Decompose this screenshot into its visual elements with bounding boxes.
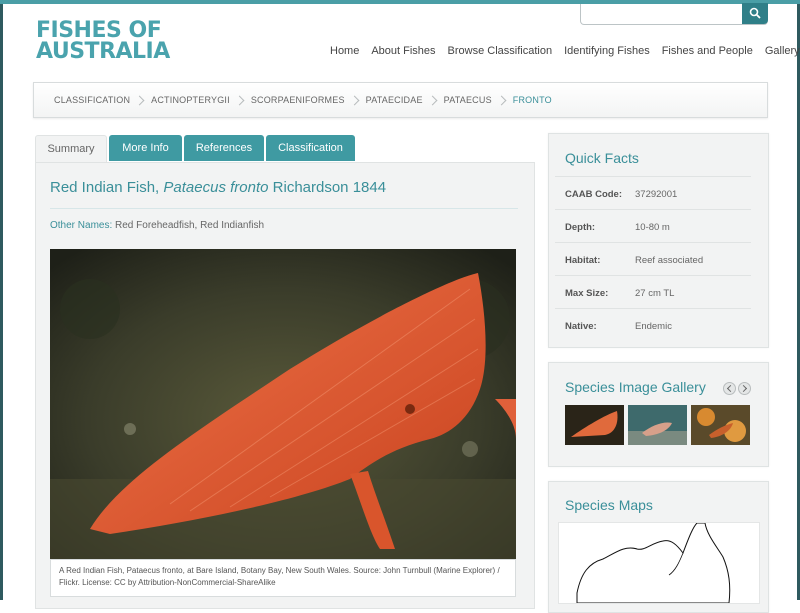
breadcrumb-item[interactable]: PATAECUS bbox=[444, 95, 492, 105]
nav-gallery[interactable]: Gallery bbox=[765, 45, 800, 57]
summary-panel: Red Indian Fish, Pataecus fronto Richard… bbox=[35, 162, 535, 609]
distribution-map[interactable] bbox=[558, 522, 760, 604]
site-logo[interactable]: FISHES OF AUSTRALIA bbox=[36, 18, 170, 64]
gallery-thumbnail[interactable] bbox=[691, 405, 750, 445]
fact-label: Max Size: bbox=[565, 288, 609, 299]
main-nav: Home About Fishes Browse Classification … bbox=[330, 45, 800, 57]
thumbnail-image bbox=[691, 405, 750, 445]
search-box bbox=[580, 3, 768, 25]
chevron-right-icon bbox=[349, 95, 360, 105]
species-tabs: Summary More Info References Classificat… bbox=[35, 135, 357, 162]
fish-photo-image bbox=[50, 249, 516, 559]
fact-value: 37292001 bbox=[635, 189, 678, 200]
other-names-label: Other Names: bbox=[50, 220, 113, 231]
fact-row: CAAB Code: 37292001 bbox=[555, 176, 751, 210]
fact-row: Depth: 10-80 m bbox=[555, 209, 751, 243]
fact-row: Max Size: 27 cm TL bbox=[555, 275, 751, 309]
thumbnail-image bbox=[628, 405, 687, 445]
tab-references[interactable]: References bbox=[184, 135, 264, 161]
species-maps-panel: Species Maps bbox=[548, 481, 769, 613]
chevron-right-icon bbox=[134, 95, 145, 105]
gallery-title: Species Image Gallery bbox=[565, 379, 706, 395]
fact-label: Habitat: bbox=[565, 255, 601, 266]
left-edge bbox=[0, 4, 3, 600]
image-gallery-panel: Species Image Gallery bbox=[548, 362, 769, 467]
scientific-name: Pataecus fronto bbox=[163, 179, 269, 196]
chevron-right-icon bbox=[496, 95, 507, 105]
tab-classification[interactable]: Classification bbox=[266, 135, 355, 161]
species-author: Richardson 1844 bbox=[268, 179, 387, 196]
other-names-value: Red Foreheadfish, Red Indianfish bbox=[112, 220, 265, 231]
quick-facts-title: Quick Facts bbox=[565, 150, 639, 166]
search-button[interactable] bbox=[742, 3, 768, 24]
nav-browse-classification[interactable]: Browse Classification bbox=[448, 45, 553, 57]
nav-home[interactable]: Home bbox=[330, 45, 359, 57]
logo-line-2: AUSTRALIA bbox=[36, 39, 170, 64]
breadcrumb-item[interactable]: PATAECIDAE bbox=[366, 95, 423, 105]
breadcrumb: CLASSIFICATION ACTINOPTERYGII SCORPAENIF… bbox=[33, 82, 768, 118]
gallery-thumbnail[interactable] bbox=[628, 405, 687, 445]
search-icon bbox=[749, 7, 761, 19]
search-input[interactable] bbox=[585, 6, 739, 23]
species-photo[interactable] bbox=[50, 249, 516, 559]
other-names: Other Names: Red Foreheadfish, Red India… bbox=[50, 220, 264, 231]
nav-about-fishes[interactable]: About Fishes bbox=[371, 45, 435, 57]
title-divider bbox=[50, 208, 518, 209]
breadcrumb-item[interactable]: SCORPAENIFORMES bbox=[251, 95, 345, 105]
maps-title: Species Maps bbox=[565, 497, 653, 513]
fact-row: Native: Endemic bbox=[555, 308, 751, 342]
breadcrumb-current: FRONTO bbox=[512, 95, 552, 105]
gallery-thumbnail[interactable] bbox=[565, 405, 624, 445]
australia-map-image bbox=[576, 523, 731, 603]
chevron-left-icon[interactable] bbox=[723, 382, 736, 395]
nav-fishes-and-people[interactable]: Fishes and People bbox=[662, 45, 753, 57]
chevron-right-icon[interactable] bbox=[738, 382, 751, 395]
photo-caption: A Red Indian Fish, Pataecus fronto, at B… bbox=[50, 559, 516, 597]
thumbnail-image bbox=[565, 405, 624, 445]
fact-label: Native: bbox=[565, 321, 597, 332]
chevron-right-icon bbox=[427, 95, 438, 105]
fact-label: CAAB Code: bbox=[565, 189, 622, 200]
species-title: Red Indian Fish, Pataecus fronto Richard… bbox=[50, 179, 386, 196]
breadcrumb-item[interactable]: CLASSIFICATION bbox=[54, 95, 130, 105]
breadcrumb-item[interactable]: ACTINOPTERYGII bbox=[151, 95, 230, 105]
fact-value: 10-80 m bbox=[635, 222, 670, 233]
tab-summary[interactable]: Summary bbox=[35, 135, 107, 162]
logo-line-1: FISHES OF bbox=[36, 18, 162, 43]
quick-facts-panel: Quick Facts CAAB Code: 37292001 Depth: 10-… bbox=[548, 133, 769, 348]
common-name: Red Indian Fish, bbox=[50, 179, 164, 196]
tab-more-info[interactable]: More Info bbox=[109, 135, 182, 161]
fact-row: Habitat: Reef associated bbox=[555, 242, 751, 276]
fact-label: Depth: bbox=[565, 222, 596, 233]
chevron-right-icon bbox=[234, 95, 245, 105]
fact-value: Endemic bbox=[635, 321, 672, 332]
fact-value: Reef associated bbox=[635, 255, 704, 266]
fact-value: 27 cm TL bbox=[635, 288, 675, 299]
nav-identifying-fishes[interactable]: Identifying Fishes bbox=[564, 45, 650, 57]
